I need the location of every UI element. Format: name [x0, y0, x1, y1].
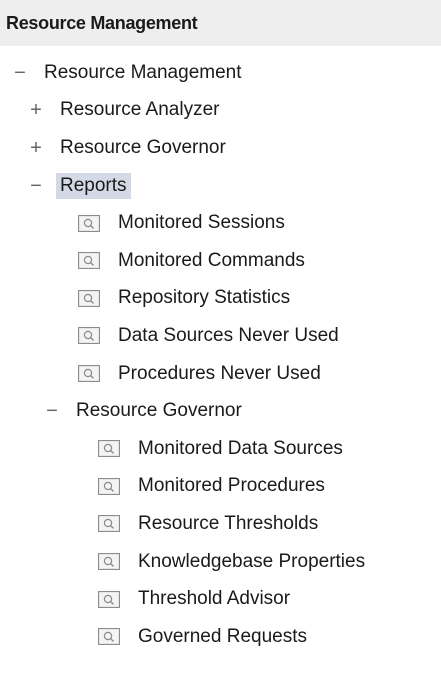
report-icon	[78, 327, 100, 344]
report-icon	[98, 591, 120, 608]
tree-leaf-label[interactable]: Monitored Commands	[118, 250, 305, 272]
tree-leaf-label[interactable]: Governed Requests	[138, 626, 307, 648]
tree-node-resource-management[interactable]: − Resource Management	[0, 54, 441, 92]
tree-leaf-monitored-data-sources[interactable]: Monitored Data Sources	[0, 430, 441, 468]
tree-leaf-label[interactable]: Data Sources Never Used	[118, 325, 339, 347]
report-icon	[98, 628, 120, 645]
tree-leaf-monitored-sessions[interactable]: Monitored Sessions	[0, 204, 441, 242]
report-icon	[98, 553, 120, 570]
tree-node-resource-governor-collapsed[interactable]: + Resource Governor	[0, 129, 441, 167]
tree-node-resource-governor[interactable]: − Resource Governor	[0, 392, 441, 430]
report-icon	[98, 478, 120, 495]
tree-leaf-repository-statistics[interactable]: Repository Statistics	[0, 280, 441, 318]
report-icon	[78, 215, 100, 232]
tree-node-label-selected[interactable]: Reports	[56, 172, 131, 199]
report-icon	[78, 290, 100, 307]
tree-node-label[interactable]: Resource Governor	[60, 137, 226, 159]
tree-leaf-monitored-commands[interactable]: Monitored Commands	[0, 242, 441, 280]
resource-tree: − Resource Management + Resource Analyze…	[0, 46, 441, 656]
tree-leaf-label[interactable]: Resource Thresholds	[138, 513, 318, 535]
expand-icon[interactable]: +	[26, 100, 46, 120]
tree-node-label[interactable]: Resource Analyzer	[60, 99, 219, 121]
tree-leaf-monitored-procedures[interactable]: Monitored Procedures	[0, 468, 441, 506]
tree-leaf-threshold-advisor[interactable]: Threshold Advisor	[0, 580, 441, 618]
tree-leaf-label[interactable]: Procedures Never Used	[118, 363, 321, 385]
panel-header: Resource Management	[0, 0, 441, 46]
resource-management-panel: Resource Management − Resource Managemen…	[0, 0, 441, 674]
report-icon	[78, 365, 100, 382]
tree-leaf-resource-thresholds[interactable]: Resource Thresholds	[0, 505, 441, 543]
tree-leaf-knowledgebase-properties[interactable]: Knowledgebase Properties	[0, 543, 441, 581]
tree-node-reports[interactable]: − Reports	[0, 167, 441, 205]
collapse-icon[interactable]: −	[26, 176, 46, 196]
tree-leaf-label[interactable]: Repository Statistics	[118, 287, 290, 309]
tree-leaf-label[interactable]: Monitored Sessions	[118, 212, 285, 234]
report-icon	[98, 440, 120, 457]
collapse-icon[interactable]: −	[10, 63, 30, 83]
report-icon	[78, 252, 100, 269]
tree-leaf-label[interactable]: Threshold Advisor	[138, 588, 290, 610]
collapse-icon[interactable]: −	[42, 401, 62, 421]
tree-leaf-procedures-never-used[interactable]: Procedures Never Used	[0, 355, 441, 393]
tree-leaf-data-sources-never-used[interactable]: Data Sources Never Used	[0, 317, 441, 355]
panel-title: Resource Management	[6, 12, 198, 33]
tree-leaf-label[interactable]: Knowledgebase Properties	[138, 551, 365, 573]
tree-leaf-label[interactable]: Monitored Data Sources	[138, 438, 343, 460]
tree-node-label[interactable]: Resource Governor	[76, 400, 242, 422]
tree-node-resource-analyzer[interactable]: + Resource Analyzer	[0, 92, 441, 130]
expand-icon[interactable]: +	[26, 138, 46, 158]
report-icon	[98, 515, 120, 532]
tree-leaf-governed-requests[interactable]: Governed Requests	[0, 618, 441, 656]
tree-leaf-label[interactable]: Monitored Procedures	[138, 475, 325, 497]
tree-node-label[interactable]: Resource Management	[44, 62, 242, 84]
